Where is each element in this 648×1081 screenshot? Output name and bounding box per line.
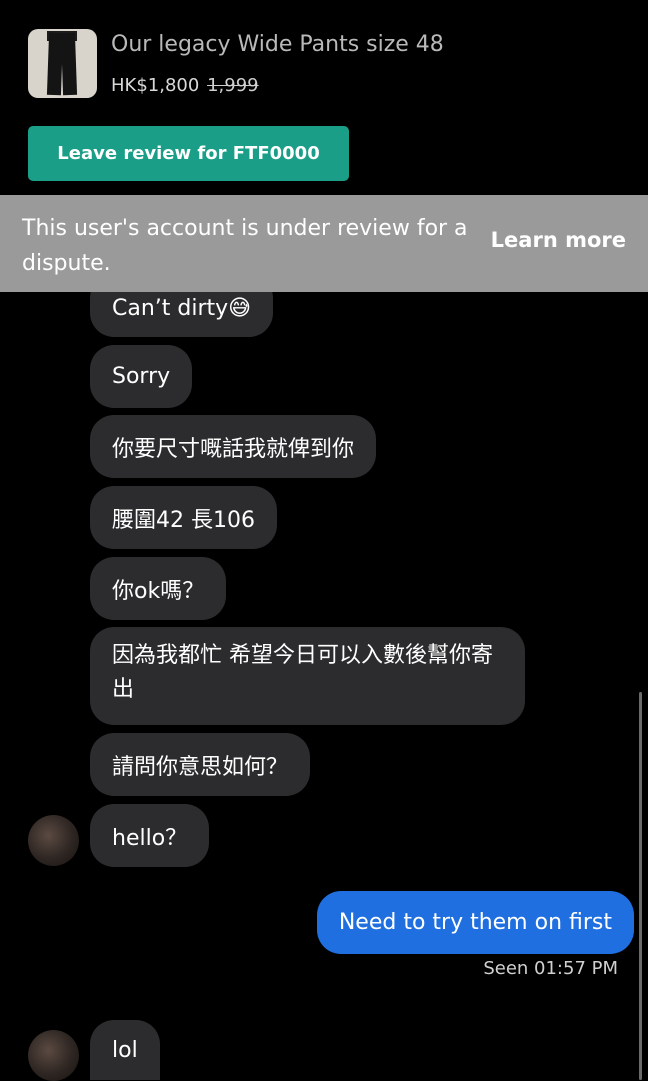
scrollbar[interactable] [639,692,642,1080]
message-bubble[interactable]: 請問你意思如何？ [90,733,311,796]
product-header[interactable]: Our legacy Wide Pants size 48 HK$1,800 1… [0,0,648,110]
product-thumbnail[interactable] [28,29,97,98]
message-bubble[interactable]: hello？ [90,804,210,867]
message-bubble[interactable]: 因為我都忙 希望今日可以入數後幫你寄出 [90,627,525,725]
product-title: Our legacy Wide Pants size 48 [111,32,444,57]
seen-status: Seen 01:57 PM [483,958,618,979]
user-avatar[interactable] [28,1030,79,1081]
message-bubble[interactable]: 腰圍42 長106 [90,486,277,549]
message-bubble[interactable]: 你ok嗎？ [90,557,227,620]
product-price: HK$1,800 1,999 [111,75,259,96]
banner-text: This user's account is under review for … [22,216,468,276]
message-bubble[interactable]: 你要尺寸嘅話我就俾到你 [90,415,377,478]
message-bubble[interactable]: lol [90,1020,160,1080]
leave-review-button[interactable]: Leave review for FTF0000 [28,126,349,181]
original-price: 1,999 [207,75,259,96]
dispute-banner: This user's account is under review for … [0,195,648,292]
current-price: HK$1,800 [111,75,200,96]
my-message-bubble[interactable]: Need to try them on first [316,891,634,954]
user-avatar[interactable] [28,815,79,866]
message-bubble[interactable]: Sorry [90,345,193,408]
learn-more-link[interactable]: Learn more [491,228,626,252]
